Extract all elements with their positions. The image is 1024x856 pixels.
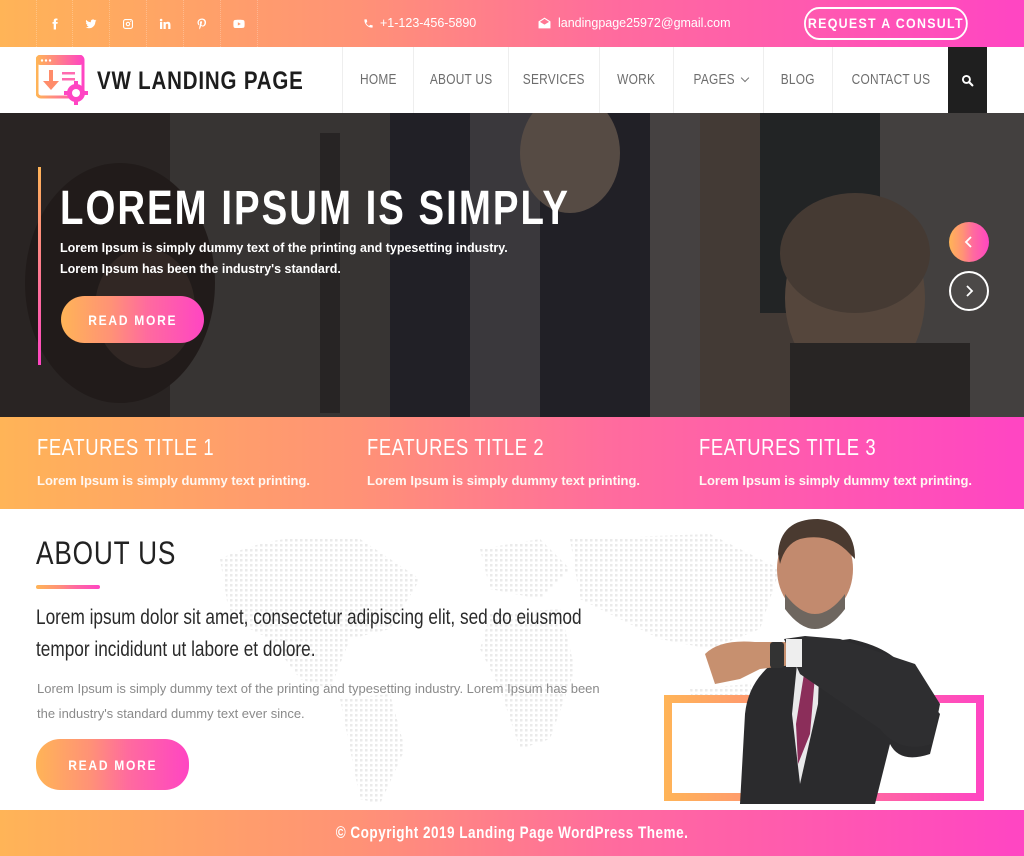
chevron-down-icon	[740, 73, 749, 83]
nav-item-label: SERVICES	[523, 72, 585, 88]
feature-text: Lorem Ipsum is simply dummy text printin…	[699, 473, 973, 488]
pinterest-link[interactable]	[184, 0, 221, 47]
nav-item-label: CONTACT US	[851, 72, 930, 88]
facebook-icon	[52, 18, 58, 29]
feature-title: FEATURES TITLE 1	[37, 434, 215, 460]
about-body: Lorem Ipsum is simply dummy text of the …	[37, 681, 600, 721]
phone-number: +1-123-456-5890	[380, 16, 477, 30]
linkedin-link[interactable]	[147, 0, 184, 47]
nav-item-label: PAGES	[693, 72, 736, 88]
nav-item-home[interactable]: HOME	[342, 47, 413, 113]
heading-underline	[36, 585, 100, 589]
about-lead: Lorem ipsum dolor sit amet, consectetur …	[36, 606, 582, 661]
nav-item-label: HOME	[359, 72, 397, 88]
twitter-link[interactable]	[73, 0, 110, 47]
hero-subtitle: Lorem Ipsum is simply dummy text of the …	[60, 238, 508, 280]
about-heading: ABOUT US	[36, 535, 177, 571]
feature-title: FEATURES TITLE 3	[699, 434, 877, 460]
hero-subtitle-line-2: Lorem Ipsum has been the industry's stan…	[60, 262, 341, 276]
hero-subtitle-line-1: Lorem Ipsum is simply dummy text of the …	[60, 241, 508, 255]
about-read-more-button[interactable]: READ MORE	[36, 739, 189, 790]
chevron-left-icon	[964, 236, 972, 248]
nav-item-blog[interactable]: BLOG	[763, 47, 832, 113]
hero-read-more-button[interactable]: READ MORE	[61, 296, 204, 343]
businessman-image	[705, 519, 940, 804]
menu: HOME ABOUT US SERVICES WORK PAGES BLOG C…	[342, 47, 948, 113]
email-contact[interactable]: landingpage25972@gmail.com	[538, 16, 731, 30]
phone-icon	[364, 18, 373, 28]
footer: © Copyright 2019 Landing Page WordPress …	[0, 810, 1024, 856]
feature-text: Lorem Ipsum is simply dummy text printin…	[367, 473, 641, 488]
logo-download-gear-icon	[35, 54, 88, 105]
copyright-text: © Copyright 2019 Landing Page WordPress …	[335, 823, 689, 842]
slider-next-button[interactable]	[949, 271, 989, 311]
instagram-icon	[123, 18, 133, 29]
button-label: READ MORE	[67, 756, 158, 773]
envelope-icon	[538, 17, 551, 29]
linkedin-icon	[159, 18, 171, 29]
hero-accent-bar	[38, 167, 41, 365]
nav-item-label: BLOG	[780, 72, 816, 88]
phone-contact[interactable]: +1-123-456-5890	[363, 16, 476, 30]
nav-item-label: ABOUT US	[429, 72, 493, 88]
search-icon	[961, 74, 974, 86]
nav-item-services[interactable]: SERVICES	[508, 47, 599, 113]
nav-item-work[interactable]: WORK	[599, 47, 673, 113]
main-navigation: VW LANDING PAGE HOME ABOUT US SERVICES W…	[0, 47, 1024, 113]
hero-slider: LOREM IPSUM IS SIMPLY Lorem Ipsum is sim…	[0, 113, 1024, 417]
feature-title: FEATURES TITLE 2	[367, 434, 545, 460]
slider-prev-button[interactable]	[949, 222, 989, 262]
nav-item-about-us[interactable]: ABOUT US	[413, 47, 508, 113]
logo[interactable]	[35, 54, 88, 105]
features-strip: FEATURES TITLE 1 Lorem Ipsum is simply d…	[0, 417, 1024, 509]
instagram-link[interactable]	[110, 0, 147, 47]
nav-item-pages[interactable]: PAGES	[673, 47, 763, 113]
facebook-link[interactable]	[36, 0, 73, 47]
site-title[interactable]: VW LANDING PAGE	[97, 67, 304, 96]
hero-title: LOREM IPSUM IS SIMPLY	[60, 182, 570, 235]
nav-item-contact-us[interactable]: CONTACT US	[832, 47, 948, 113]
feature-text: Lorem Ipsum is simply dummy text printin…	[37, 473, 311, 488]
youtube-link[interactable]	[221, 0, 258, 47]
about-section: ABOUT US Lorem ipsum dolor sit amet, con…	[0, 509, 1024, 810]
pinterest-icon	[197, 18, 207, 29]
request-consult-button[interactable]: REQUEST A CONSULT	[804, 7, 968, 40]
twitter-icon	[85, 18, 97, 28]
button-label: READ MORE	[87, 311, 178, 328]
youtube-icon	[233, 19, 245, 28]
nav-item-label: WORK	[617, 72, 656, 88]
search-button[interactable]	[948, 47, 987, 113]
social-links	[36, 0, 258, 47]
chevron-right-icon	[966, 285, 974, 297]
email-address: landingpage25972@gmail.com	[558, 16, 731, 30]
top-bar: +1-123-456-5890 landingpage25972@gmail.c…	[0, 0, 1024, 47]
